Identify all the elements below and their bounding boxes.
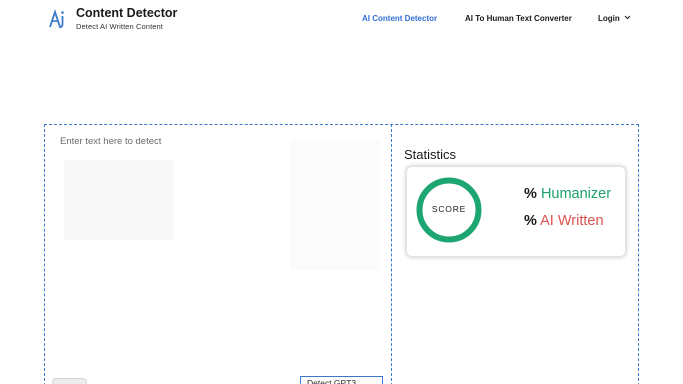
nav-ai-to-human-converter[interactable]: AI To Human Text Converter (465, 14, 572, 23)
ai-written-percent: % (524, 213, 537, 229)
humanizer-percent: % (524, 186, 537, 202)
detect-button[interactable]: Detect GPT3 (300, 376, 383, 384)
humanizer-label: Humanizer (540, 186, 612, 202)
nav-ai-content-detector[interactable]: AI Content Detector (362, 14, 437, 23)
header: Content Detector Detect AI Written Conte… (0, 0, 683, 38)
chevron-down-icon[interactable] (624, 13, 631, 21)
nav-login[interactable]: Login (598, 14, 620, 23)
statistics-title: Statistics (404, 147, 457, 162)
score-label: SCORE (431, 204, 467, 214)
text-input[interactable] (54, 132, 384, 372)
brand-tagline: Detect AI Written Content (76, 22, 163, 31)
humanizer-stat: % Humanizer (524, 186, 611, 202)
ai-written-label: AI Written (540, 213, 604, 229)
secondary-button[interactable] (52, 378, 87, 384)
ai-written-stat: % AI Written (524, 213, 604, 229)
ai-logo-icon[interactable] (48, 9, 67, 29)
brand-name[interactable]: Content Detector (76, 6, 177, 20)
panel-divider (391, 124, 392, 384)
